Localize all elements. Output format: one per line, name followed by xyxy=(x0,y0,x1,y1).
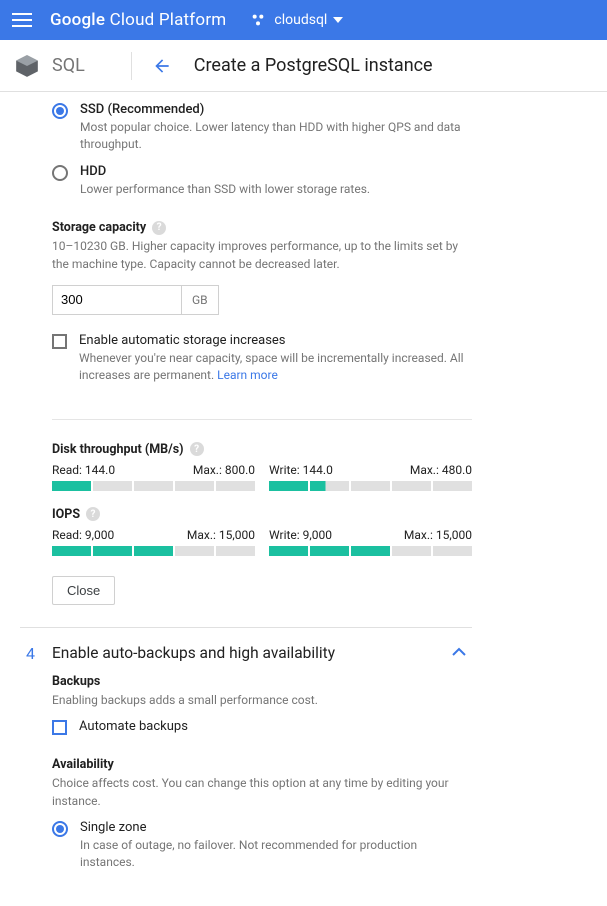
iops-read-bar xyxy=(52,546,255,556)
capacity-desc: 10–10230 GB. Higher capacity improves pe… xyxy=(52,238,472,273)
throughput-write-bar xyxy=(269,481,472,491)
capacity-unit: GB xyxy=(182,285,219,315)
iops-write-bar xyxy=(269,546,472,556)
back-arrow-icon xyxy=(152,56,172,76)
storage-hdd-desc: Lower performance than SSD with lower st… xyxy=(80,181,370,198)
backups-desc: Enabling backups adds a small performanc… xyxy=(52,692,472,709)
iops-label: IOPS ? xyxy=(52,507,472,522)
page-title: Create a PostgreSQL instance xyxy=(194,55,433,76)
throughput-label: Disk throughput (MB/s) ? xyxy=(52,442,472,457)
menu-icon[interactable] xyxy=(12,13,32,27)
throughput-write-max: Max.: 480.0 xyxy=(410,463,472,477)
top-bar: Google Cloud Platform cloudsql xyxy=(0,0,607,40)
project-selector[interactable]: cloudsql xyxy=(250,12,343,28)
iops-write-max: Max.: 15,000 xyxy=(404,528,472,542)
storage-ssd-label: SSD (Recommended) xyxy=(80,102,472,117)
capacity-input[interactable] xyxy=(52,285,182,315)
throughput-read: Read: 144.0 xyxy=(52,463,115,477)
product-name: SQL xyxy=(52,55,85,76)
iops-read-max: Max.: 15,000 xyxy=(187,528,255,542)
divider xyxy=(131,52,132,80)
throughput-read-bar xyxy=(52,481,255,491)
capacity-label: Storage capacity ? xyxy=(52,220,472,235)
project-icon xyxy=(250,12,266,28)
back-button[interactable] xyxy=(152,56,172,76)
throughput-write: Write: 144.0 xyxy=(269,463,333,477)
storage-ssd-radio[interactable] xyxy=(52,103,68,119)
auto-increase-label: Enable automatic storage increases xyxy=(79,333,472,348)
automate-backups-checkbox[interactable] xyxy=(52,720,67,735)
automate-backups-label: Automate backups xyxy=(79,719,188,734)
auto-increase-desc: Whenever you're near capacity, space wil… xyxy=(79,350,472,385)
help-icon[interactable]: ? xyxy=(86,507,100,521)
single-zone-label: Single zone xyxy=(80,820,472,835)
iops-read: Read: 9,000 xyxy=(52,528,114,542)
availability-desc: Choice affects cost. You can change this… xyxy=(52,775,472,810)
iops-write: Write: 9,000 xyxy=(269,528,332,542)
divider xyxy=(52,419,472,420)
availability-label: Availability xyxy=(52,757,472,772)
close-button[interactable]: Close xyxy=(52,576,115,605)
single-zone-desc: In case of outage, no failover. Not reco… xyxy=(80,837,472,872)
chevron-up-icon xyxy=(452,647,466,656)
help-icon[interactable]: ? xyxy=(152,221,166,235)
project-name: cloudsql xyxy=(274,12,327,28)
sql-product-icon xyxy=(14,53,40,79)
step-title: Enable auto-backups and high availabilit… xyxy=(52,644,335,662)
caret-down-icon xyxy=(333,17,343,23)
storage-hdd-label: HDD xyxy=(80,164,370,179)
sub-header: SQL Create a PostgreSQL instance xyxy=(0,40,607,92)
single-zone-radio[interactable] xyxy=(52,821,68,837)
brand-logo: Google Cloud Platform xyxy=(50,10,226,30)
storage-hdd-radio[interactable] xyxy=(52,165,68,181)
step-number: 4 xyxy=(20,644,52,663)
collapse-button[interactable] xyxy=(452,645,472,660)
help-icon[interactable]: ? xyxy=(190,442,204,456)
learn-more-link[interactable]: Learn more xyxy=(217,368,278,382)
auto-increase-checkbox[interactable] xyxy=(52,334,67,349)
storage-ssd-desc: Most popular choice. Lower latency than … xyxy=(80,119,472,154)
throughput-read-max: Max.: 800.0 xyxy=(193,463,255,477)
backups-label: Backups xyxy=(52,674,472,689)
